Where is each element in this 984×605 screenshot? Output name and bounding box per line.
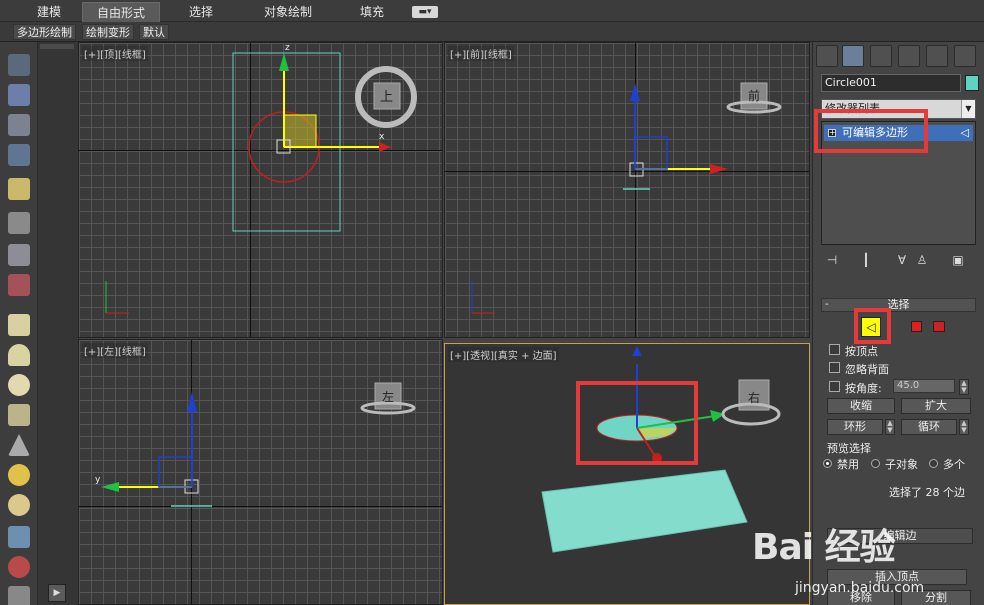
angle-spinner[interactable]: ▲ ▼ [959, 379, 969, 395]
loop-spinner[interactable]: ▲ ▼ [959, 419, 969, 435]
paint-icon[interactable] [8, 84, 30, 106]
paint-deform-button[interactable]: 绘制变形 [82, 24, 134, 40]
ignore-backfacing-checkbox[interactable] [829, 362, 840, 373]
modify-tab-icon[interactable] [842, 45, 864, 67]
teapot-icon[interactable] [8, 54, 30, 76]
plane-icon[interactable] [8, 314, 30, 336]
viewcube-front-face[interactable]: 前 [748, 87, 760, 104]
hemisphere-icon[interactable] [8, 344, 30, 366]
render-icon[interactable] [8, 274, 30, 296]
tool-icon[interactable] [8, 586, 30, 605]
chevron-down-icon[interactable]: ▼ [961, 100, 975, 118]
hierarchy-tab-icon[interactable] [870, 45, 892, 67]
sphere-icon[interactable] [8, 374, 30, 396]
sound-icon[interactable] [8, 244, 30, 266]
triangle-icon: ◁ [960, 126, 969, 139]
by-angle-label: 按角度: [845, 382, 882, 395]
ring-spinner[interactable]: ▲ ▼ [885, 419, 895, 435]
selection-status: 选择了 28 个边 [889, 486, 965, 499]
particles-icon[interactable] [8, 526, 30, 548]
viewcube-perspective-face[interactable]: 右 [748, 389, 760, 406]
teapot-object-icon[interactable] [8, 404, 30, 426]
ribbon-options-dropdown[interactable]: ▬▾ [412, 6, 438, 18]
tab-freeform[interactable]: 自由形式 [82, 2, 160, 22]
by-vertex-checkbox[interactable] [829, 344, 840, 355]
show-end-result-icon[interactable]: ┃ [859, 252, 873, 268]
by-angle-checkbox[interactable] [829, 381, 840, 392]
axis-x-label: x [379, 132, 385, 142]
display-tab-icon[interactable] [926, 45, 948, 67]
ring-button[interactable]: 环形 [827, 419, 883, 435]
ignore-backfacing-label: 忽略背面 [845, 363, 889, 376]
create-tab-icon[interactable] [816, 45, 838, 67]
element-subobject-button[interactable] [933, 321, 945, 332]
preview-selection-title: 预览选择 [827, 442, 871, 455]
sun-icon[interactable] [8, 464, 30, 486]
grid-table-icon[interactable] [8, 144, 30, 166]
plane-handle [283, 114, 317, 148]
by-vertex-label: 按顶点 [845, 345, 878, 358]
make-unique-icon[interactable]: ∀ [895, 252, 909, 268]
motion-tab-icon[interactable] [898, 45, 920, 67]
highlight-box-stack [814, 109, 928, 153]
left-toolbar [0, 42, 38, 605]
selection-rollout-title[interactable]: - 选择 [821, 298, 976, 312]
disc-icon[interactable] [8, 494, 30, 516]
viewcube-left-face[interactable]: 左 [382, 388, 394, 405]
defaults-button[interactable]: 默认 [139, 24, 169, 40]
preview-disabled-label: 禁用 [837, 458, 859, 471]
tab-modeling[interactable]: 建模 [18, 2, 80, 22]
object-color-swatch[interactable] [965, 75, 979, 91]
preview-subobject-label: 子对象 [885, 458, 918, 471]
left-scene [101, 382, 416, 507]
utilities-tab-icon[interactable] [954, 45, 976, 67]
highlight-box-selection [576, 381, 698, 465]
axis-y-label: y [95, 475, 101, 485]
poly-draw-button[interactable]: 多边形绘制 [13, 24, 76, 40]
viewcube-top-face[interactable]: 上 [380, 86, 393, 105]
preview-multi-label: 多个 [943, 458, 965, 471]
tab-populate[interactable]: 填充 [342, 2, 402, 22]
baidu-watermark-logo: Bai 经验 [752, 527, 896, 568]
ribbon-subtoolbar: 多边形绘制 绘制变形 默认 [0, 22, 984, 42]
loop-button[interactable]: 循环 [901, 419, 957, 435]
object-name-field[interactable]: Circle001 [821, 74, 961, 92]
play-icon[interactable]: ▶ [48, 584, 66, 602]
left-panel-secondary [38, 42, 78, 605]
pin-stack-icon[interactable]: ⊣ [825, 252, 839, 268]
document-icon[interactable] [8, 114, 30, 136]
border-subobject-button[interactable] [911, 321, 922, 332]
remove-modifier-icon[interactable]: ♙ [915, 252, 929, 268]
baidu-watermark-url: jingyan.baidu.com [795, 580, 925, 596]
ribbon: 建模 自由形式 选择 对象绘制 填充 ▬▾ [0, 0, 984, 22]
highlight-box-subobject [854, 308, 891, 344]
axis-z-label: z [285, 43, 290, 53]
preview-subobject-radio[interactable] [871, 459, 880, 468]
configure-sets-icon[interactable]: ▣ [951, 252, 965, 268]
viewport-left[interactable]: [+][左][线框] 左 y [78, 339, 443, 605]
cone-icon[interactable] [8, 434, 30, 456]
viewport-front[interactable]: [+][前][线框] 前 [444, 42, 810, 338]
tab-object-paint[interactable]: 对象绘制 [250, 2, 326, 22]
camera-icon[interactable] [8, 212, 30, 234]
balls-icon[interactable] [8, 556, 30, 578]
light-icon[interactable] [8, 178, 30, 200]
viewport-top[interactable]: [+][顶][线框] 上 x z [78, 42, 443, 338]
stack-toolbar: ⊣ ┃ ∀ ♙ ▣ [821, 252, 976, 270]
preview-disabled-radio[interactable] [823, 459, 832, 468]
shrink-button[interactable]: 收缩 [827, 398, 895, 414]
grow-button[interactable]: 扩大 [901, 398, 971, 414]
angle-input[interactable]: 45.0 [893, 379, 955, 393]
tab-selection[interactable]: 选择 [170, 2, 232, 22]
preview-multi-radio[interactable] [929, 459, 938, 468]
